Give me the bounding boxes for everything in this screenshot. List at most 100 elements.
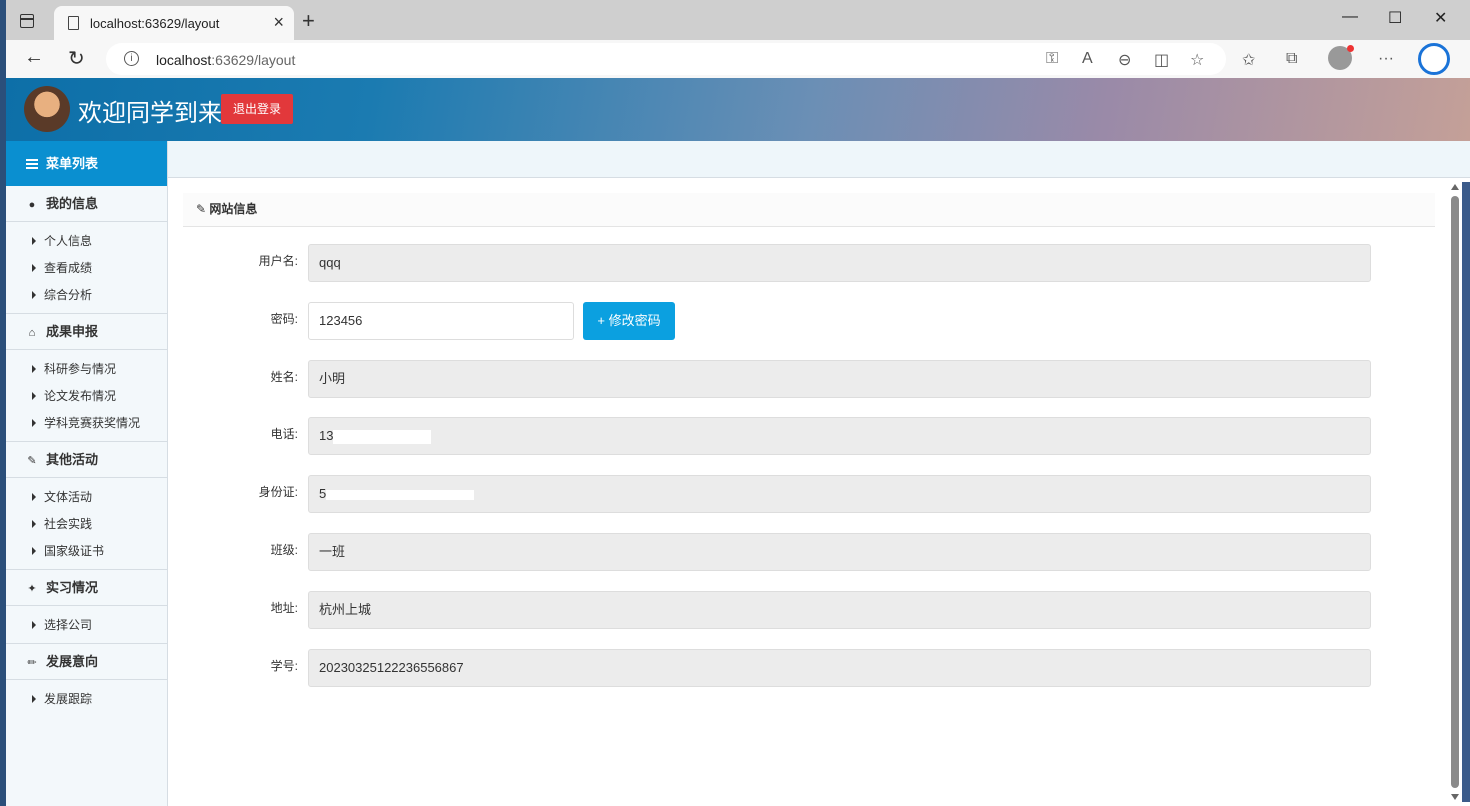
tab-title: localhost:63629/layout: [90, 16, 220, 31]
maximize-icon[interactable]: ☐: [1388, 8, 1402, 28]
form-row-id-card: 身份证: 5: [168, 475, 1418, 513]
caret-right-icon: [32, 392, 36, 400]
add-favorite-icon[interactable]: ☆: [1190, 50, 1204, 70]
form-row-password: 密码: 123456 + 修改密码: [168, 302, 1418, 340]
browser-toolbar: ← ↻ i localhost:63629/layout ⚿ A ⊖ ◫ ☆ ✩…: [6, 40, 1470, 78]
read-aloud-icon[interactable]: A: [1082, 50, 1093, 68]
site-info-icon[interactable]: i: [124, 51, 139, 66]
sidebar-item-sports[interactable]: 文体活动: [6, 484, 167, 511]
sidebar-group-activities[interactable]: ✎ 其他活动: [6, 442, 167, 478]
form-row-student-id: 学号: 20230325122236556867: [168, 649, 1418, 687]
student-id-label: 学号:: [270, 659, 298, 673]
scroll-up-icon[interactable]: [1451, 184, 1459, 190]
sidebar-submenu: 科研参与情况 论文发布情况 学科竞赛获奖情况: [6, 350, 167, 442]
browser-window: localhost:63629/layout × + — ☐ ✕ ← ↻ i l…: [6, 0, 1470, 806]
split-screen-icon[interactable]: ◫: [1154, 50, 1169, 70]
home-icon: ⌂: [28, 327, 36, 339]
sidebar-group-development[interactable]: ✏ 发展意向: [6, 644, 167, 680]
form-row-name: 姓名: 小明: [168, 360, 1418, 398]
page-icon: [68, 16, 79, 30]
scroll-down-icon[interactable]: [1451, 794, 1459, 800]
welcome-text: 欢迎同学到来: [78, 100, 222, 127]
student-id-field: 20230325122236556867: [308, 649, 1371, 687]
minimize-icon[interactable]: —: [1342, 8, 1358, 26]
form-row-address: 地址: 杭州上城: [168, 591, 1418, 629]
main-content: ✎ 网站信息 用户名: qqq 密码: 123456 + 修改密码 姓名: 小明…: [168, 178, 1470, 806]
sidebar-item-grades[interactable]: 查看成绩: [6, 255, 167, 282]
sidebar-group-achievements[interactable]: ⌂ 成果申报: [6, 314, 167, 350]
id-card-field: 5: [308, 475, 1371, 513]
browser-tab[interactable]: localhost:63629/layout ×: [54, 6, 294, 40]
sidebar: 菜单列表 ● 我的信息 个人信息 查看成绩 综合分析 ⌂ 成果申报 科研参与情况 论…: [6, 141, 168, 806]
password-field[interactable]: 123456: [308, 302, 574, 340]
scroll-thumb[interactable]: [1451, 196, 1459, 788]
sidebar-submenu: 个人信息 查看成绩 综合分析: [6, 222, 167, 314]
caret-right-icon: [32, 621, 36, 629]
form-row-class: 班级: 一班: [168, 533, 1418, 571]
edit-icon: ✎: [27, 455, 37, 467]
avatar: [24, 86, 70, 132]
bing-icon[interactable]: [1418, 43, 1450, 75]
close-tab-icon[interactable]: ×: [273, 12, 284, 33]
id-card-label: 身份证:: [258, 485, 298, 499]
sidebar-submenu: 发展跟踪: [6, 680, 167, 717]
class-field: 一班: [308, 533, 1371, 571]
more-icon[interactable]: ···: [1378, 50, 1394, 68]
profile-avatar[interactable]: [1328, 45, 1354, 70]
caret-right-icon: [32, 365, 36, 373]
phone-field: 13: [308, 417, 1371, 455]
name-field: 小明: [308, 360, 1371, 398]
sidebar-group-my-info[interactable]: ● 我的信息: [6, 186, 167, 222]
sidebar-header: 菜单列表: [6, 141, 167, 186]
close-window-icon[interactable]: ✕: [1434, 8, 1447, 28]
sidebar-item-certificates[interactable]: 国家级证书: [6, 538, 167, 565]
zoom-out-icon[interactable]: ⊖: [1118, 50, 1131, 70]
sidebar-submenu: 选择公司: [6, 606, 167, 644]
sidebar-item-papers[interactable]: 论文发布情况: [6, 383, 167, 410]
sidebar-item-research[interactable]: 科研参与情况: [6, 356, 167, 383]
sidebar-item-competitions[interactable]: 学科竞赛获奖情况: [6, 410, 167, 437]
sidebar-item-analysis[interactable]: 综合分析: [6, 282, 167, 309]
tab-actions-icon[interactable]: [20, 14, 34, 28]
caret-right-icon: [32, 520, 36, 528]
username-label: 用户名:: [258, 254, 298, 268]
back-icon[interactable]: ←: [24, 46, 44, 69]
logout-button[interactable]: 退出登录: [221, 94, 293, 124]
user-icon: ●: [28, 199, 36, 211]
collections-icon[interactable]: ⧉: [1286, 50, 1297, 68]
pencil-icon: ✏: [27, 657, 37, 669]
vertical-scrollbar[interactable]: [1449, 182, 1461, 802]
caret-right-icon: [32, 419, 36, 427]
caret-right-icon: [32, 547, 36, 555]
favorites-icon[interactable]: ✩: [1242, 50, 1255, 70]
sidebar-submenu: 文体活动 社会实践 国家级证书: [6, 478, 167, 570]
refresh-icon[interactable]: ↻: [68, 46, 85, 71]
new-tab-icon[interactable]: +: [302, 8, 315, 34]
wrench-icon: ✦: [27, 583, 37, 595]
name-label: 姓名:: [270, 370, 298, 384]
title-bar: localhost:63629/layout × + — ☐ ✕: [6, 0, 1470, 40]
change-password-button[interactable]: + 修改密码: [583, 302, 675, 340]
sidebar-group-internship[interactable]: ✦ 实习情况: [6, 570, 167, 606]
address-field: 杭州上城: [308, 591, 1371, 629]
redaction-mask: [326, 489, 475, 500]
address-label: 地址:: [270, 601, 298, 615]
side-dock: [1462, 182, 1470, 802]
caret-right-icon: [32, 291, 36, 299]
panel-title: ✎ 网站信息: [183, 193, 1435, 227]
key-icon[interactable]: ⚿: [1046, 50, 1058, 68]
breadcrumb: [168, 141, 1470, 178]
edit-icon: ✎: [196, 202, 210, 216]
sidebar-item-choose-company[interactable]: 选择公司: [6, 612, 167, 639]
form-row-username: 用户名: qqq: [168, 244, 1418, 282]
caret-right-icon: [32, 493, 36, 501]
list-icon: [26, 159, 38, 169]
password-label: 密码:: [270, 312, 298, 326]
redaction-mask: [333, 429, 432, 444]
sidebar-item-tracking[interactable]: 发展跟踪: [6, 686, 167, 713]
page-header: 欢迎同学到来 退出登录: [6, 78, 1470, 141]
caret-right-icon: [32, 264, 36, 272]
caret-right-icon: [32, 695, 36, 703]
sidebar-item-personal-info[interactable]: 个人信息: [6, 228, 167, 255]
sidebar-item-social-practice[interactable]: 社会实践: [6, 511, 167, 538]
